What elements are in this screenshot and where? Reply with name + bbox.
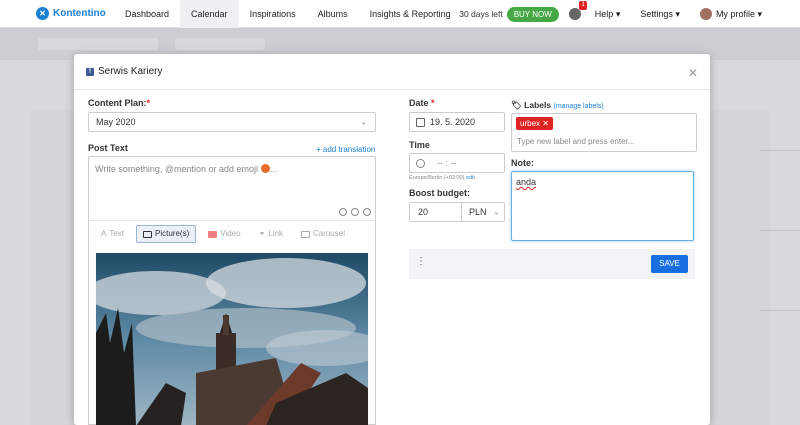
help-label: Help [594, 8, 614, 19]
chevron-down-icon: ⌄ [360, 117, 367, 127]
close-icon[interactable]: ✕ [688, 66, 698, 80]
date-input[interactable]: 19. 5. 2020 [409, 112, 505, 132]
note-value: anda [516, 177, 537, 187]
brand[interactable]: ✕ Kontentino [36, 7, 114, 20]
brand-name: Kontentino [53, 8, 106, 19]
globe-icon[interactable]: 1 [568, 1, 587, 20]
date-value: 19. 5. 2020 [430, 117, 476, 127]
profile-label: My profile [715, 8, 755, 19]
modal-header: f Serwis Kariery [74, 54, 710, 90]
carousel-icon [300, 230, 310, 238]
currency-select[interactable]: PLN ⌄ [461, 202, 505, 222]
tab-link-label: Link [268, 229, 283, 238]
remove-tag-icon[interactable]: ✕ [542, 119, 549, 128]
tab-video[interactable]: Video [202, 225, 246, 243]
time-label: Time [409, 140, 430, 150]
action-bar: ⋮ SAVE [409, 249, 695, 279]
content-plan-select[interactable]: May 2020 ⌄ [88, 112, 376, 132]
post-text-placeholder: Write something, @mention or add emoji .… [95, 164, 278, 174]
media-area: A Text Picture(s) Video ⚭ Link Carousel [88, 220, 376, 425]
save-button[interactable]: SAVE [651, 255, 688, 273]
content-plan-label: Content Plan:* [88, 98, 150, 108]
content-plan-value: May 2020 [96, 117, 136, 127]
boost-budget-value: 20 [418, 207, 429, 217]
post-type-tabs: A Text Picture(s) Video ⚭ Link Carousel [95, 225, 351, 243]
boost-budget-input[interactable]: 20 [409, 202, 462, 222]
time-value: -- : -- [437, 158, 457, 168]
labels-header: 🏷 Labels (manage labels) [511, 100, 604, 111]
facebook-icon: f [86, 67, 94, 76]
tab-carousel-label: Carousel [312, 229, 345, 238]
caret-down-icon: ▾ [757, 8, 762, 19]
settings-label: Settings [640, 8, 673, 19]
date-label: Date * [409, 98, 435, 108]
picture-icon [143, 230, 153, 238]
timezone-value: Europe/Berlin (+02:00) [409, 175, 465, 181]
settings-menu[interactable]: Settings ▾ [640, 9, 680, 20]
add-translation-link[interactable]: + add translation [316, 145, 375, 154]
labels-input[interactable]: urbex ✕ Type new label and press enter..… [511, 113, 697, 152]
required-marker: * [146, 98, 151, 108]
help-menu[interactable]: Help ▾ [595, 9, 621, 20]
buy-now-button[interactable]: BUY NOW [506, 6, 559, 22]
label-tag-text: urbex [520, 119, 541, 128]
label-tag[interactable]: urbex ✕ [516, 117, 553, 130]
industrial-photo [96, 253, 368, 425]
caret-down-icon: ▾ [615, 8, 621, 19]
profile-menu[interactable]: My profile ▾ [716, 9, 762, 20]
post-text-input[interactable]: Write something, @mention or add emoji .… [88, 156, 376, 220]
top-navbar: ✕ Kontentino Dashboard Calendar Inspirat… [0, 0, 800, 28]
smiley-icon[interactable] [351, 208, 359, 216]
nav-dashboard[interactable]: Dashboard [114, 0, 180, 28]
note-textarea[interactable]: anda [511, 171, 694, 241]
boost-budget-label: Boost budget: [409, 188, 470, 198]
tab-text[interactable]: A Text [95, 225, 130, 243]
manage-labels-link[interactable]: (manage labels) [553, 103, 603, 110]
calendar-icon [416, 117, 425, 127]
nav-calendar[interactable]: Calendar [180, 0, 239, 28]
post-modal: f Serwis Kariery ✕ Content Plan:* May 20… [74, 54, 710, 425]
tab-carousel[interactable]: Carousel [295, 225, 351, 243]
avatar[interactable] [699, 8, 712, 20]
labels-label: Labels [524, 100, 552, 110]
tab-pictures[interactable]: Picture(s) [136, 225, 197, 243]
post-placeholder-text: Write something, @mention or add emoji [95, 164, 259, 174]
tab-text-label: Text [109, 229, 125, 238]
modal-title: Serwis Kariery [98, 66, 163, 77]
emoji-icon [260, 164, 270, 173]
clock-icon [416, 158, 425, 168]
target-icon[interactable] [339, 208, 347, 216]
nav-albums[interactable]: Albums [307, 0, 359, 28]
caret-down-icon: ▾ [675, 8, 680, 19]
tab-video-label: Video [220, 229, 241, 238]
link-icon: ⚭ [258, 229, 266, 238]
trial-days-left: 30 days left [459, 9, 503, 19]
label-placeholder: Type new label and press enter... [517, 137, 635, 146]
kontentino-logo-icon: ✕ [36, 7, 49, 20]
at-sign-icon[interactable] [363, 208, 371, 216]
notification-badge: 1 [579, 1, 587, 10]
more-options-icon[interactable]: ⋮ [416, 257, 426, 267]
tag-icon: 🏷 [511, 100, 522, 110]
timezone-edit-link[interactable]: edit [466, 175, 475, 181]
post-text-label: Post Text [88, 143, 128, 153]
note-label: Note: [511, 158, 534, 168]
tab-link[interactable]: ⚭ Link [253, 225, 289, 243]
video-icon [208, 230, 218, 238]
chevron-down-icon: ⌄ [493, 207, 500, 217]
date-label-text: Date [409, 98, 429, 108]
timezone-text: Europe/Berlin (+02:00) edit [409, 175, 475, 181]
tab-pictures-label: Picture(s) [155, 229, 190, 238]
time-input[interactable]: -- : -- [409, 153, 505, 173]
post-image[interactable] [96, 253, 368, 425]
nav-insights-reporting[interactable]: Insights & Reporting [359, 0, 462, 28]
required-marker: * [431, 98, 435, 108]
post-text-tools [339, 208, 371, 216]
nav-inspirations[interactable]: Inspirations [239, 0, 307, 28]
text-icon: A [101, 229, 107, 238]
currency-value: PLN [469, 207, 487, 217]
nav-right: 30 days left BUY NOW 1 Help ▾ Settings ▾… [459, 0, 800, 28]
content-plan-label-text: Content Plan: [88, 98, 147, 108]
